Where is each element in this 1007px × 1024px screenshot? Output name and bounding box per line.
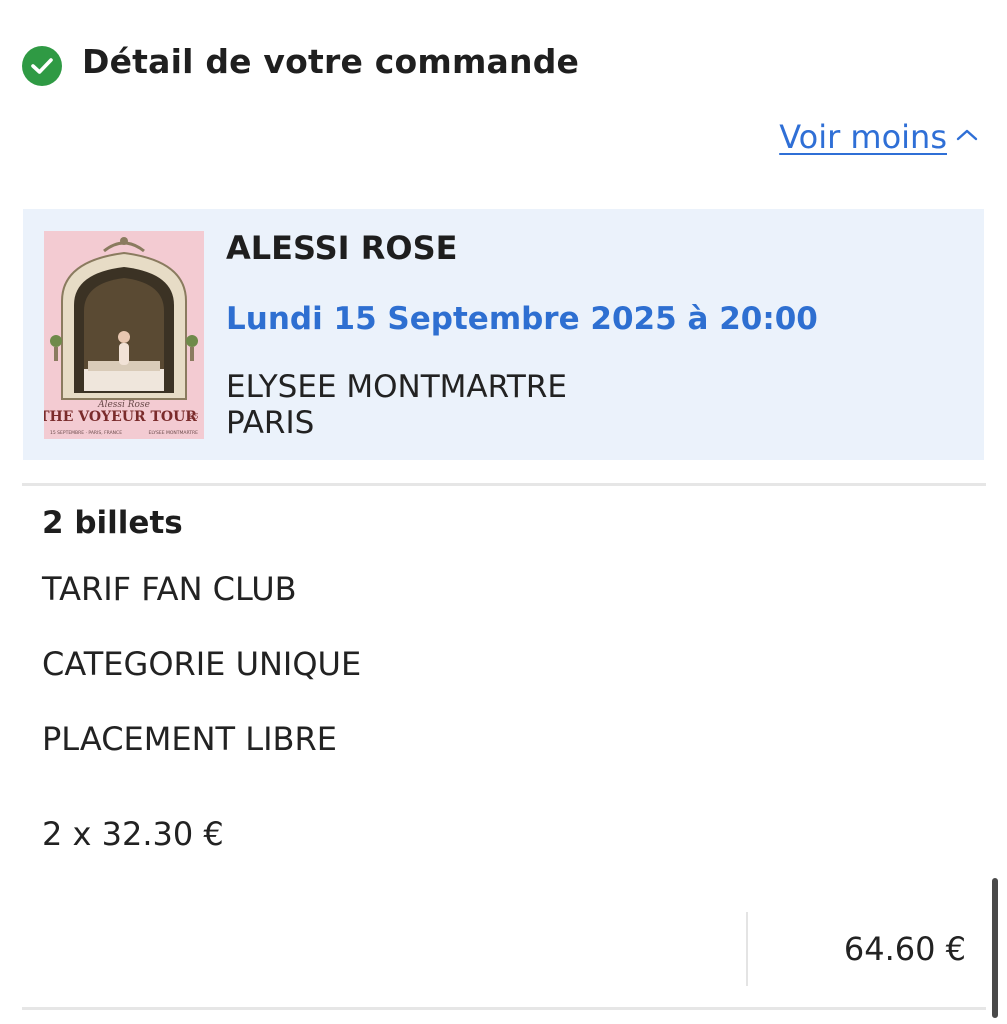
poster-artwork: Alessi Rose THE VOYEUR TOUR 25 15 SEPTEM… — [44, 231, 204, 439]
venue-name: ELYSEE MONTMARTRE — [226, 369, 567, 405]
bottom-divider — [22, 1007, 986, 1010]
see-less-toggle[interactable]: Voir moins — [779, 118, 979, 156]
chevron-up-icon[interactable] — [955, 127, 979, 147]
tickets-count: 2 billets — [42, 505, 183, 541]
venue-city: PARIS — [226, 405, 315, 441]
total-separator — [746, 912, 748, 986]
see-less-label[interactable]: Voir moins — [779, 118, 947, 156]
poster-tour-year: 25 — [189, 413, 199, 421]
ticket-rate: TARIF FAN CLUB — [42, 570, 297, 608]
event-datetime: Lundi 15 Septembre 2025 à 20:00 — [226, 301, 818, 337]
ticket-category: CATEGORIE UNIQUE — [42, 645, 362, 683]
page-title: Détail de votre commande — [82, 42, 580, 81]
check-circle-icon — [22, 46, 62, 86]
section-divider — [22, 483, 986, 486]
order-detail-page: Détail de votre commande Voir moins Ales… — [0, 0, 1007, 1024]
event-venue: ELYSEE MONTMARTRE PARIS — [226, 369, 567, 441]
scrollbar[interactable] — [992, 878, 998, 1018]
order-total: 64.60 € — [843, 930, 966, 968]
event-name: ALESSI ROSE — [226, 229, 458, 267]
poster-footer-left: 15 SEPTEMBRE · PARIS, FRANCE — [50, 430, 122, 436]
event-card: Alessi Rose THE VOYEUR TOUR 25 15 SEPTEM… — [23, 209, 984, 460]
ticket-placement: PLACEMENT LIBRE — [42, 720, 337, 758]
poster-tour-title: THE VOYEUR TOUR — [44, 409, 197, 425]
ticket-price-line: 2 x 32.30 € — [42, 815, 224, 853]
poster-footer-right: ELYSEE MONTMARTRE — [149, 430, 199, 436]
event-poster: Alessi Rose THE VOYEUR TOUR 25 15 SEPTEM… — [44, 231, 204, 439]
